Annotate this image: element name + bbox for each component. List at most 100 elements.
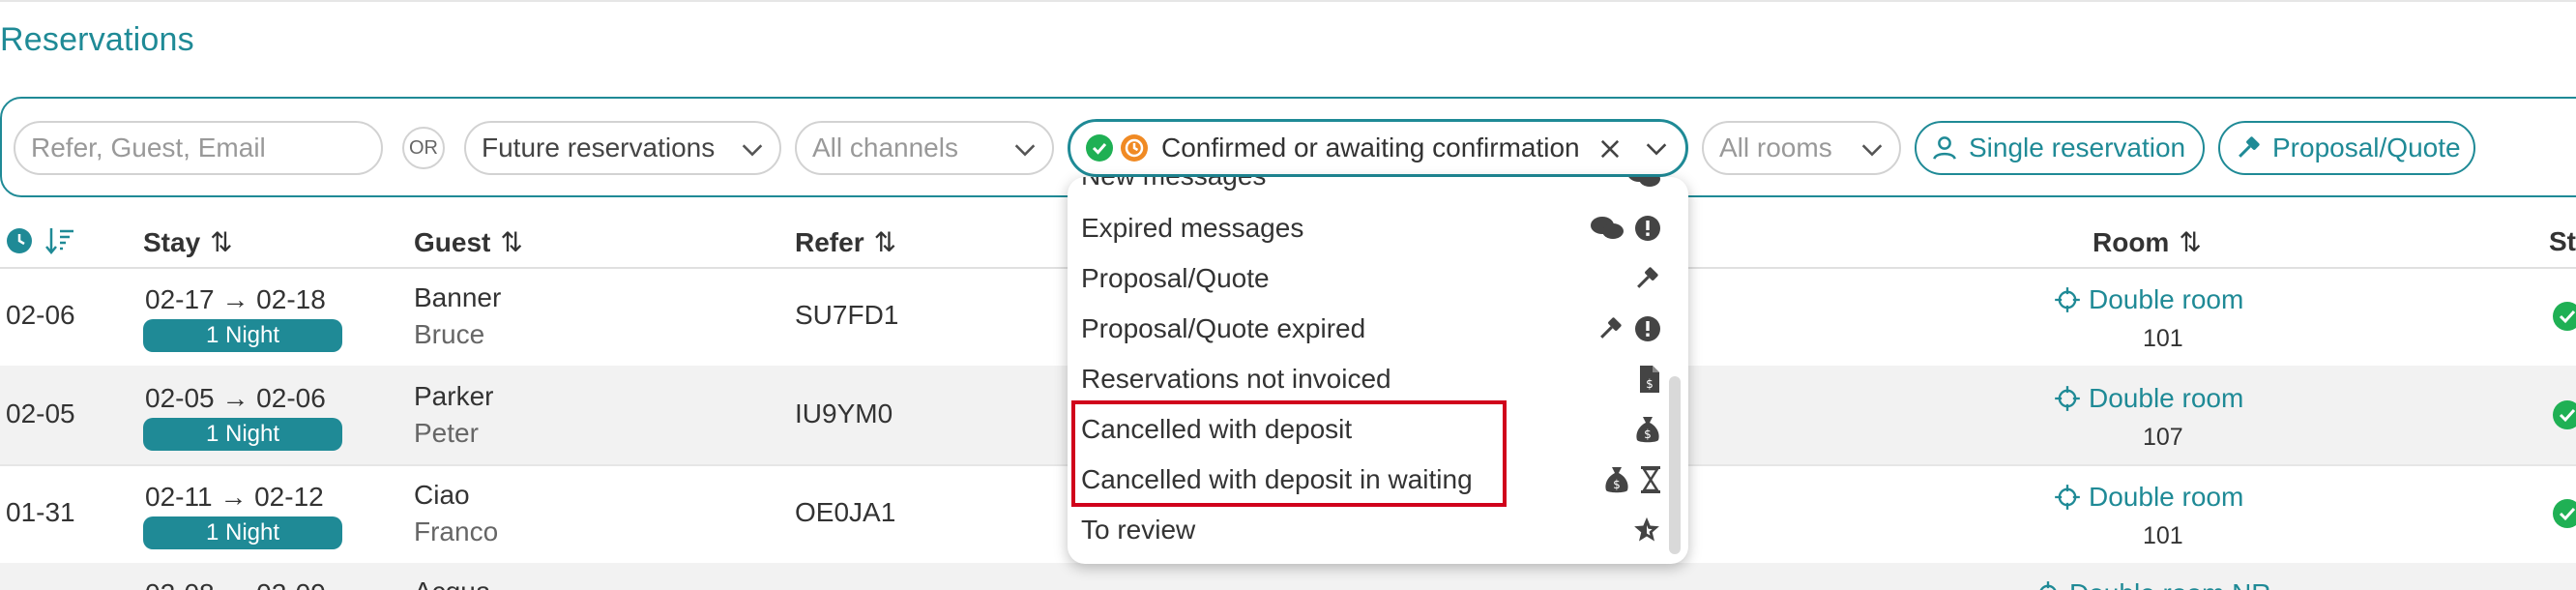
nights-badge: 1 Night <box>143 516 342 549</box>
booking-date: 02-06 <box>6 300 75 330</box>
option-icons <box>1632 516 1661 545</box>
money-bag-icon: $ <box>1636 417 1659 443</box>
rooms-placeholder: All rooms <box>1719 133 1832 162</box>
refer-code: SU7FD1 <box>795 300 899 330</box>
room-link[interactable]: Double room <box>2054 482 2243 513</box>
room-link[interactable]: Double room <box>2054 383 2243 414</box>
stay-dates: 02-08 → 02-09 <box>145 578 326 590</box>
table-row[interactable]: 02-08 → 02-09 Acqua Double room NR <box>0 563 2576 590</box>
stay-header-label: Stay <box>143 226 201 257</box>
option-new-messages[interactable]: New messages <box>1081 177 1661 200</box>
status-column-header[interactable]: St <box>2549 226 2576 257</box>
single-reservation-button[interactable]: Single reservation <box>1915 121 2205 175</box>
sort-icon: ⇅ <box>873 227 897 257</box>
option-to-review[interactable]: To review <box>1081 506 1661 554</box>
invoice-icon: $ <box>1640 366 1659 393</box>
nights-badge: 1 Night <box>143 418 342 451</box>
option-icons <box>1590 214 1661 243</box>
or-separator: OR <box>402 127 445 169</box>
option-label: Expired messages <box>1081 213 1304 243</box>
top-divider <box>0 0 2576 2</box>
guest-last-name: Parker <box>414 381 494 411</box>
gavel-icon <box>1637 267 1658 288</box>
room-link[interactable]: Double room NR <box>2034 578 2271 590</box>
room-number: 101 <box>2143 325 2183 352</box>
star-icon <box>1634 516 1659 542</box>
proposal-quote-button[interactable]: Proposal/Quote <box>2218 121 2475 175</box>
guest-first-name: Peter <box>414 418 479 448</box>
status-header-label: St <box>2549 226 2576 256</box>
confirmed-check-icon <box>2553 400 2576 429</box>
guest-last-name: Ciao <box>414 480 470 510</box>
option-proposal-quote-expired[interactable]: Proposal/Quote expired <box>1081 305 1661 353</box>
svg-text:$: $ <box>1646 377 1654 391</box>
clock-icon[interactable] <box>6 227 33 254</box>
search-input[interactable]: Refer, Guest, Email <box>14 121 383 175</box>
guest-first-name: Franco <box>414 516 499 546</box>
search-placeholder: Refer, Guest, Email <box>31 133 266 162</box>
sort-desc-icon[interactable] <box>44 226 75 255</box>
stay-dates: 02-05 → 02-06 <box>145 383 326 413</box>
stay-dates: 02-17 → 02-18 <box>145 284 326 314</box>
svg-text:$: $ <box>1613 478 1621 491</box>
option-icons: $ <box>1638 365 1661 394</box>
option-label: New messages <box>1081 177 1266 192</box>
confirmed-status-icon <box>1086 134 1113 162</box>
room-number: 101 <box>2143 522 2183 549</box>
booking-date: 02-05 <box>6 398 75 428</box>
highlight-box <box>1071 400 1507 507</box>
proposal-quote-label: Proposal/Quote <box>2272 133 2461 162</box>
crosshair-icon <box>2055 485 2080 510</box>
svg-text:$: $ <box>1644 428 1652 441</box>
dropdown-scrollbar[interactable] <box>1669 376 1681 554</box>
option-reservations-not-invoiced[interactable]: Reservations not invoiced $ <box>1081 355 1661 403</box>
money-bag-icon: $ <box>1605 467 1628 493</box>
refer-column-header[interactable]: Refer ⇅ <box>795 226 896 258</box>
nights-badge: 1 Night <box>143 319 342 352</box>
option-icons <box>1595 314 1661 343</box>
option-proposal-quote[interactable]: Proposal/Quote <box>1081 254 1661 303</box>
sort-icon: ⇅ <box>210 227 233 257</box>
option-label: Proposal/Quote expired <box>1081 313 1366 343</box>
chevron-down-icon <box>742 144 763 157</box>
confirmed-check-icon <box>2553 499 2576 528</box>
option-icons: $ <box>1634 415 1661 444</box>
channels-select[interactable]: All channels <box>795 121 1054 175</box>
room-header-label: Room <box>2093 226 2170 257</box>
chevron-down-icon <box>1861 144 1883 157</box>
refer-code: IU9YM0 <box>795 398 893 428</box>
option-label: Reservations not invoiced <box>1081 364 1391 394</box>
gavel-icon <box>1600 317 1622 339</box>
rooms-select[interactable]: All rooms <box>1702 121 1901 175</box>
room-name: Double room NR <box>2069 578 2271 590</box>
date-filter-select[interactable]: Future reservations <box>464 121 781 175</box>
chevron-down-icon[interactable] <box>1643 135 1670 162</box>
room-column-header[interactable]: Room ⇅ <box>2093 226 2202 258</box>
awaiting-status-icon <box>1121 134 1148 162</box>
room-link[interactable]: Double room <box>2054 284 2243 315</box>
sort-icon: ⇅ <box>500 227 523 257</box>
guest-first-name: Bruce <box>414 319 485 349</box>
crosshair-icon <box>2055 386 2080 411</box>
guest-last-name: Acqua <box>414 576 490 590</box>
alert-icon <box>1635 216 1660 241</box>
refer-code: OE0JA1 <box>795 497 896 527</box>
clear-icon[interactable] <box>1596 135 1624 162</box>
stay-dates: 02-11 → 02-12 <box>145 482 324 512</box>
guest-last-name: Banner <box>414 282 502 312</box>
confirmed-check-icon <box>2553 302 2576 331</box>
hourglass-icon <box>1641 466 1660 493</box>
messages-icon <box>1628 177 1660 187</box>
status-select[interactable]: Confirmed or awaiting confirmation <box>1068 119 1688 177</box>
room-name: Double room <box>2089 284 2244 314</box>
gavel-icon <box>2239 136 2260 158</box>
room-name: Double room <box>2089 383 2244 413</box>
messages-icon <box>1591 217 1624 239</box>
stay-column-header[interactable]: Stay ⇅ <box>143 226 233 258</box>
guest-column-header[interactable]: Guest ⇅ <box>414 226 523 258</box>
sort-icon: ⇅ <box>2179 227 2202 257</box>
option-expired-messages[interactable]: Expired messages <box>1081 204 1661 252</box>
status-select-value: Confirmed or awaiting confirmation <box>1161 133 1580 162</box>
alert-icon <box>1635 316 1660 341</box>
booking-date: 01-31 <box>6 497 75 527</box>
